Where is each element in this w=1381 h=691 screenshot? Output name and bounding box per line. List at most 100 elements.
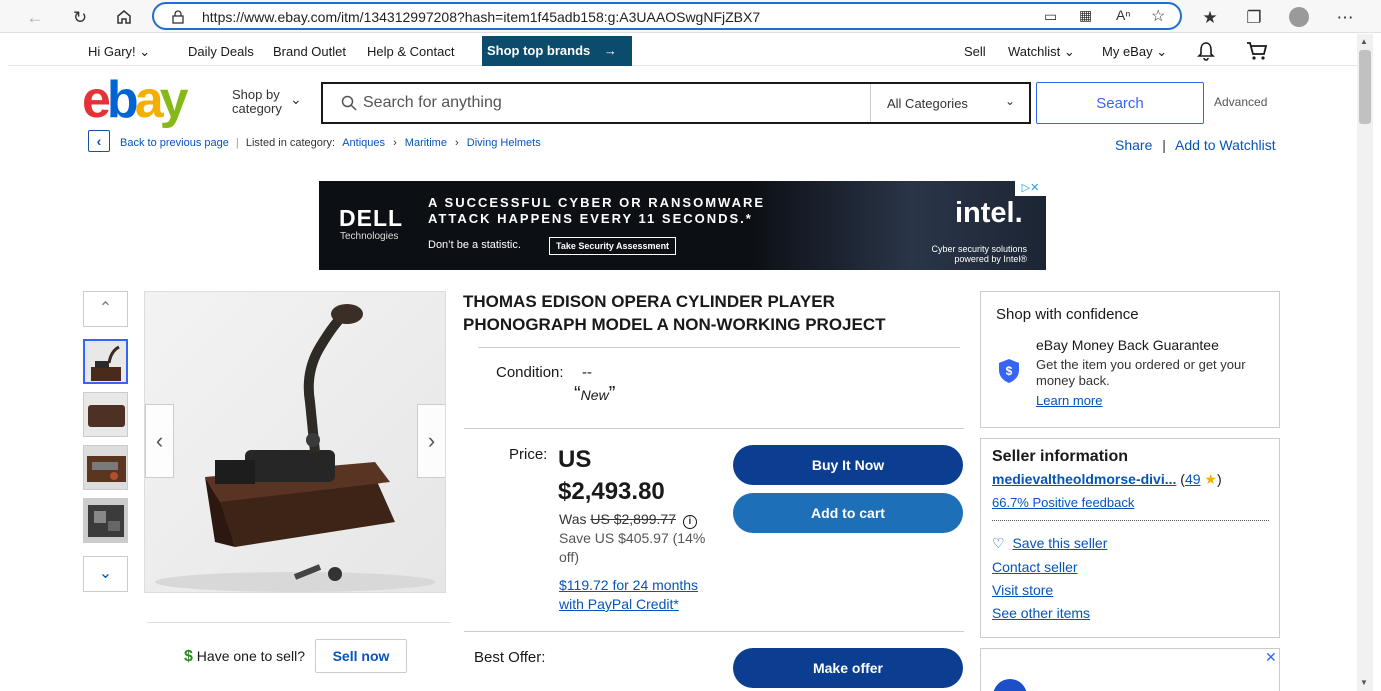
logo-letter-b: b (106, 71, 139, 129)
sell-link[interactable]: Sell (964, 44, 986, 59)
thumb-scroll-up-icon[interactable]: ⌃ (83, 291, 128, 327)
back-arrow-icon[interactable]: ← (24, 6, 46, 28)
notification-bell-icon[interactable] (1196, 41, 1216, 66)
watchlist-menu[interactable]: Watchlist ⌄ (1008, 44, 1075, 60)
divider (147, 622, 451, 623)
favorites-icon[interactable]: ★ (1199, 6, 1221, 28)
category-select[interactable]: All Categories ⌄ (870, 84, 1029, 122)
dell-intel-ad-banner[interactable]: DELL Technologies A SUCCESSFUL CYBER OR … (319, 181, 1046, 270)
daily-deals-link[interactable]: Daily Deals (188, 44, 254, 59)
prev-image-icon[interactable]: ‹ (145, 404, 174, 478)
info-icon[interactable]: i (682, 515, 697, 529)
scroll-up-icon[interactable]: ▲ (1360, 37, 1368, 46)
add-to-cart-button[interactable]: Add to cart (733, 493, 963, 533)
help-contact-link[interactable]: Help & Contact (367, 44, 454, 59)
add-to-watchlist-link[interactable]: Add to Watchlist (1175, 137, 1276, 153)
ad-cta-button[interactable]: Take Security Assessment (549, 237, 677, 255)
my-ebay-menu[interactable]: My eBay ⌄ (1102, 44, 1167, 60)
back-chevron-icon[interactable]: ‹ (88, 130, 110, 152)
thumb-scroll-down-icon[interactable]: ⌄ (83, 556, 128, 592)
logo-letter-e: e (82, 71, 111, 129)
more-menu-icon[interactable]: ⋯ (1334, 6, 1356, 28)
scroll-thumb[interactable] (1359, 50, 1371, 124)
profile-avatar-icon[interactable] (1288, 6, 1310, 28)
seller-information-panel: Seller information medievaltheoldmorse-d… (980, 438, 1280, 638)
dell-sub: Technologies (340, 231, 399, 242)
cart-icon[interactable] (1246, 40, 1268, 67)
favorite-add-icon[interactable]: ☆ (1151, 6, 1165, 26)
svg-text:$: $ (1006, 364, 1013, 378)
share-link[interactable]: Share (1115, 137, 1152, 153)
seller-name-link[interactable]: medievaltheoldmorse-divi... (992, 471, 1176, 487)
advanced-search-link[interactable]: Advanced (1214, 95, 1267, 109)
have-one-to-sell: $ Have one to sell? (184, 648, 305, 665)
ebay-logo[interactable]: ebay (82, 71, 189, 129)
search-input[interactable]: Search for anything All Categories ⌄ (321, 82, 1031, 124)
breadcrumb-antiques[interactable]: Antiques (342, 137, 385, 149)
breadcrumb: Back to previous page | Listed in catego… (120, 137, 541, 149)
price-label: Price: (509, 446, 548, 463)
page-content: Hi Gary! ⌄ Daily Deals Brand Outlet Help… (8, 34, 1357, 691)
browser-toolbar: ← ↻ https://www.ebay.com/itm/13431299720… (0, 0, 1381, 33)
price: US $2,493.80 (558, 446, 665, 505)
search-placeholder: Search for anything (363, 94, 502, 111)
was-price: Was US $2,899.77 i Save US $405.97 (14% … (559, 510, 719, 567)
main-product-image[interactable]: ‹ › (144, 291, 446, 593)
condition-label: Condition: (496, 364, 564, 381)
positive-feedback-link[interactable]: 66.7% Positive feedback (992, 495, 1134, 510)
shop-with-confidence-panel: Shop with confidence $ eBay Money Back G… (980, 291, 1280, 428)
intel-text: Cyber security solutions powered by Inte… (931, 244, 1027, 264)
dollar-icon: $ (184, 648, 193, 665)
breadcrumb-maritime[interactable]: Maritime (405, 137, 447, 149)
save-seller-row[interactable]: ♡ Save this seller (992, 535, 1107, 552)
sell-now-button[interactable]: Sell now (315, 639, 407, 673)
thumbnail-1[interactable] (83, 339, 128, 384)
scrollbar[interactable]: ▲ ▼ (1357, 34, 1373, 691)
side-ad-box[interactable]: ✕ (980, 648, 1280, 691)
divider (464, 428, 964, 429)
search-button[interactable]: Search (1036, 82, 1204, 124)
refresh-icon[interactable]: ↻ (69, 6, 91, 28)
search-icon (341, 95, 357, 116)
shop-top-brands-banner[interactable]: Shop top brands → (482, 36, 632, 66)
shop-by-category-button[interactable]: Shop by category ⌄ (232, 88, 302, 116)
visit-store-link[interactable]: Visit store (992, 582, 1053, 598)
ad-close-icon[interactable]: ▷✕ (1015, 181, 1046, 196)
reader-mode-icon[interactable]: ▭ (1044, 8, 1057, 25)
greeting-menu[interactable]: Hi Gary! ⌄ (88, 44, 150, 60)
make-offer-button[interactable]: Make offer (733, 648, 963, 688)
home-icon[interactable] (113, 6, 135, 28)
divider (464, 631, 964, 632)
seller-score-link[interactable]: 49 (1185, 471, 1201, 487)
paypal-credit-link[interactable]: $119.72 for 24 months with PayPal Credit… (559, 576, 719, 614)
close-icon[interactable]: ✕ (1265, 649, 1277, 666)
contact-seller-link[interactable]: Contact seller (992, 559, 1078, 575)
learn-more-link[interactable]: Learn more (1036, 393, 1102, 408)
thumbnail-2[interactable] (83, 392, 128, 437)
qr-icon[interactable]: ▦ (1079, 7, 1092, 24)
thumbnail-3[interactable] (83, 445, 128, 490)
dotted-divider (992, 520, 1269, 521)
address-bar[interactable]: https://www.ebay.com/itm/134312997208?ha… (152, 2, 1182, 30)
condition-value: -- (582, 364, 592, 381)
lock-icon (172, 10, 184, 29)
ad-tagline: Don’t be a statistic. (428, 239, 521, 251)
share-watch-links: Share | Add to Watchlist (1115, 137, 1276, 153)
seller-title: Seller information (992, 448, 1129, 465)
see-other-items-link[interactable]: See other items (992, 605, 1090, 621)
scroll-down-icon[interactable]: ▼ (1360, 678, 1368, 687)
breadcrumb-diving-helmets[interactable]: Diving Helmets (467, 137, 541, 149)
collections-icon[interactable]: ❐ (1243, 6, 1265, 28)
back-to-previous-link[interactable]: Back to previous page (120, 137, 229, 149)
save-text: Save US $405.97 (14% off) (559, 530, 706, 565)
dell-logo: DELL (339, 205, 404, 231)
read-aloud-icon[interactable]: Aⁿ (1116, 7, 1130, 23)
thumbnail-4[interactable] (83, 498, 128, 543)
logo-letter-a: a (134, 71, 164, 129)
condition-quote: “New” (574, 383, 616, 405)
next-image-icon[interactable]: › (417, 404, 445, 478)
logo-letter-y: y (159, 71, 189, 129)
chevron-down-icon: ⌄ (290, 91, 302, 107)
buy-it-now-button[interactable]: Buy It Now (733, 445, 963, 485)
brand-outlet-link[interactable]: Brand Outlet (273, 44, 346, 59)
